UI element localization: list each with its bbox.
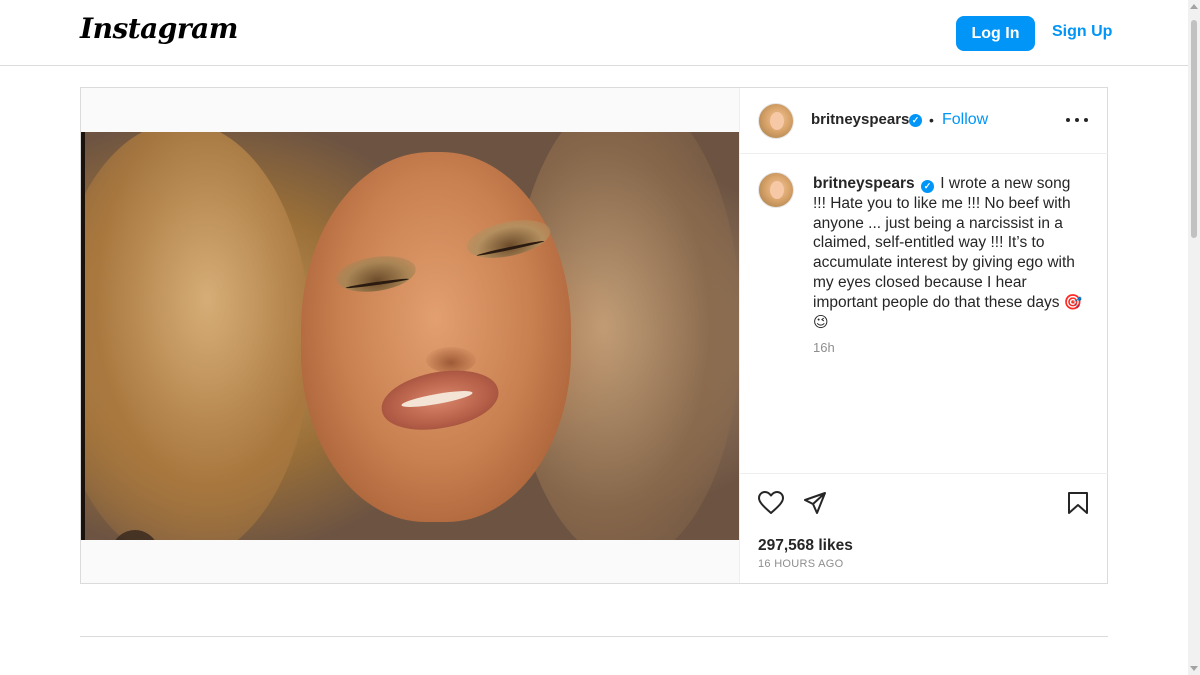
- heart-icon[interactable]: [758, 491, 784, 515]
- section-divider: [80, 636, 1108, 637]
- scroll-up-arrow-icon[interactable]: [1190, 4, 1198, 9]
- follow-button[interactable]: Follow: [942, 111, 988, 129]
- scroll-down-arrow-icon[interactable]: [1190, 666, 1198, 671]
- verified-badge-icon: ✓: [920, 180, 934, 193]
- bookmark-icon[interactable]: [1067, 491, 1089, 515]
- video-frame-nose: [426, 347, 476, 373]
- top-navbar: Instagram Log In Sign Up: [0, 0, 1188, 66]
- author-avatar[interactable]: [758, 103, 794, 139]
- page-scrollbar[interactable]: [1188, 0, 1200, 675]
- author-username[interactable]: britneyspears: [811, 111, 909, 128]
- send-icon[interactable]: [803, 491, 827, 515]
- caption-author-avatar[interactable]: [758, 172, 794, 208]
- instagram-logo[interactable]: Instagram: [80, 12, 238, 45]
- post-video[interactable]: [81, 132, 739, 540]
- more-options-icon[interactable]: [1066, 109, 1088, 131]
- video-frame-face: [301, 152, 571, 522]
- avatar-face: [770, 181, 784, 199]
- post-time-ago[interactable]: 16 HOURS AGO: [758, 558, 844, 570]
- more-dot: [1084, 118, 1088, 122]
- more-dot: [1066, 118, 1070, 122]
- post-actions-section: 297,568 likes 16 HOURS AGO: [740, 473, 1108, 584]
- signup-link[interactable]: Sign Up: [1052, 23, 1112, 41]
- post-card: britneyspears ✓ • Follow britneyspears ✓…: [80, 87, 1108, 584]
- video-left-edge: [81, 132, 85, 540]
- avatar-face: [770, 112, 784, 130]
- likes-count[interactable]: 297,568 likes: [758, 537, 853, 555]
- post-side-panel: britneyspears ✓ • Follow britneyspears ✓…: [739, 88, 1108, 583]
- post-media-area: [81, 88, 739, 583]
- scrollbar-thumb[interactable]: [1191, 20, 1197, 238]
- more-dot: [1075, 118, 1079, 122]
- caption-timestamp[interactable]: 16h: [813, 340, 835, 355]
- post-caption: britneyspears ✓ I wrote a new song !!! H…: [813, 174, 1083, 332]
- caption-username[interactable]: britneyspears: [813, 175, 915, 192]
- post-header: britneyspears ✓ • Follow: [740, 88, 1108, 154]
- verified-badge-icon: ✓: [909, 114, 922, 127]
- login-button[interactable]: Log In: [956, 16, 1035, 51]
- header-separator: •: [929, 112, 934, 128]
- video-frame-hair-left: [81, 132, 311, 540]
- caption-text: I wrote a new song !!! Hate you to like …: [813, 175, 1075, 311]
